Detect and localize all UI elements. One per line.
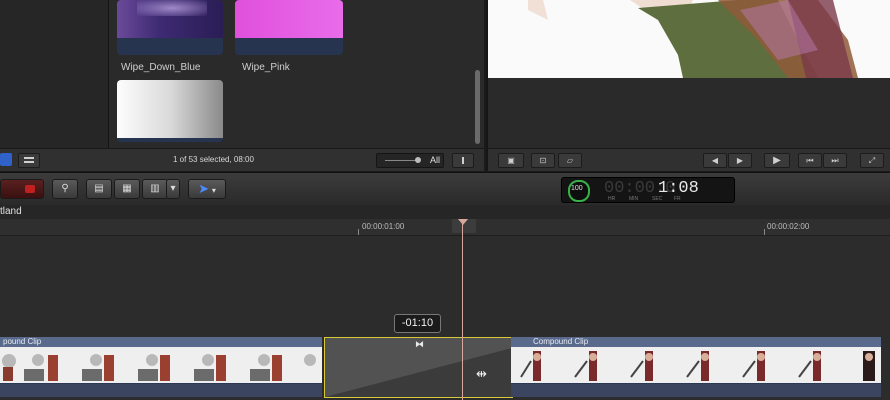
timecode-unit-fr: FR — [674, 196, 681, 202]
clip-thumbnail-gradient[interactable] — [117, 80, 223, 142]
select-tool-button[interactable]: ➤ ▾ — [188, 179, 226, 199]
compound-clip-left[interactable]: pound Clip — [0, 337, 322, 397]
append-icon: ▥ — [150, 183, 160, 194]
viewer-video-image — [488, 0, 858, 78]
timecode-display[interactable]: 100 00:00:0 1:08 HR MIN SEC FR — [561, 177, 735, 203]
clip-filmstrip-frame — [563, 347, 620, 383]
distort-button[interactable]: ▱ — [558, 153, 582, 168]
compound-clip-right[interactable]: Compound Clip — [511, 337, 881, 397]
progress-value: 100 — [571, 185, 583, 192]
ruler-timecode: 00:00:01:00 — [362, 222, 405, 231]
go-to-start-button[interactable]: ⏮ — [798, 153, 822, 168]
chevron-down-icon: ▾ — [170, 183, 176, 194]
append-clip-button[interactable]: ▥ — [142, 179, 168, 199]
chevron-down-icon: ▾ — [211, 186, 216, 195]
playhead[interactable] — [462, 219, 463, 400]
clip-filmstrip-frame — [186, 347, 243, 383]
crop-button[interactable]: ⊡ — [531, 153, 555, 168]
timeline-title-bar: tland — [0, 205, 890, 219]
step-forward-button[interactable]: ▶ — [728, 153, 752, 168]
clip-filmstrip-frame — [130, 347, 187, 383]
viewer: ▣ ⊡ ▱ ◀ ▶ ▶ ⏮ ⏭ ⤢ — [486, 0, 890, 171]
clip-filmstrip-frame — [675, 347, 732, 383]
step-back-button[interactable]: ◀ — [703, 153, 727, 168]
viewer-control-bar: ▣ ⊡ ▱ ◀ ▶ ▶ ⏮ ⏭ ⤢ — [488, 148, 890, 171]
clip-filmstrip-frame — [298, 347, 322, 383]
timeline-ruler[interactable]: 00:00:01:00 00:00:02:00 — [0, 219, 890, 236]
trim-duration-tooltip: -01:10 — [394, 314, 441, 333]
arrow-pointer-icon: ➤ — [198, 181, 210, 196]
main-toolbar: ⚲ ▤ ▦ ▥ ▾ ➤ ▾ 100 00:00:0 1:08 HR MIN SE… — [0, 172, 890, 206]
timecode-unit-min: MIN — [629, 196, 639, 202]
browser-bottom-bar: 1 of 53 selected, 08:00 All — [0, 148, 484, 171]
insert-clip-button[interactable]: ▦ — [114, 179, 140, 199]
timecode-unit-sec: SEC — [652, 196, 663, 202]
clip-filmstrip-frame — [74, 347, 131, 383]
transition-clip[interactable]: ⧓ ⇹ — [324, 337, 513, 398]
filmstrip-view-icon[interactable] — [0, 153, 12, 166]
key-icon: ⚲ — [61, 183, 69, 194]
clip-audio-strip — [0, 384, 322, 397]
duration-option[interactable]: All — [430, 155, 440, 165]
clip-filmstrip-frame — [0, 347, 19, 383]
record-icon — [25, 185, 35, 193]
trim-cursor-icon: ⇹ — [476, 366, 487, 381]
fullscreen-button[interactable]: ⤢ — [860, 153, 884, 168]
thumbnail-label: Wipe_Pink — [242, 62, 290, 73]
connect-icon: ▤ — [94, 183, 104, 194]
clip-title: Compound Clip — [511, 337, 881, 347]
browser-scroll-thumb[interactable] — [475, 70, 480, 144]
ruler-timecode: 00:00:02:00 — [767, 222, 810, 231]
edit-options-dropdown[interactable]: ▾ — [166, 179, 180, 199]
selection-status: 1 of 53 selected, 08:00 — [173, 155, 254, 164]
viewer-frame — [488, 0, 890, 78]
clip-filmstrip-frame — [242, 347, 299, 383]
clip-filmstrip-frame — [787, 347, 844, 383]
clip-thumbnail-wipe-down-blue[interactable] — [117, 0, 223, 55]
clip-settings-button[interactable] — [452, 153, 474, 168]
connect-clip-button[interactable]: ▤ — [86, 179, 112, 199]
transform-button[interactable]: ▣ — [498, 153, 524, 168]
playhead-marker-icon[interactable] — [458, 219, 468, 225]
clip-filmstrip-frame — [731, 347, 788, 383]
keyword-button[interactable]: ⚲ — [52, 179, 78, 199]
project-name: tland — [0, 206, 22, 217]
timecode-unit-hr: HR — [608, 196, 616, 202]
clip-audio-strip — [511, 384, 881, 397]
clip-title: pound Clip — [0, 337, 322, 347]
clip-filmstrip-frame — [18, 347, 75, 383]
clip-filmstrip-frame — [511, 347, 564, 383]
go-to-end-button[interactable]: ⏭ — [823, 153, 847, 168]
clip-thumbnail-wipe-pink[interactable] — [235, 0, 343, 55]
thumbnail-label: Wipe_Down_Blue — [121, 62, 201, 73]
timeline[interactable]: tland 00:00:01:00 00:00:02:00 pound Clip… — [0, 205, 890, 400]
transition-handle-icon[interactable]: ⧓ — [415, 339, 424, 350]
list-view-icon[interactable] — [18, 153, 40, 168]
event-browser: Wipe_Down_Blue Wipe_Pink 1 of 53 selecte… — [0, 0, 484, 171]
clip-filmstrip-frame — [843, 347, 881, 383]
library-sidebar[interactable] — [0, 0, 109, 148]
switch-icon — [462, 157, 464, 164]
clip-filmstrip-frame — [619, 347, 676, 383]
insert-icon: ▦ — [122, 183, 132, 194]
record-button[interactable] — [0, 179, 44, 199]
play-button[interactable]: ▶ — [764, 153, 790, 168]
